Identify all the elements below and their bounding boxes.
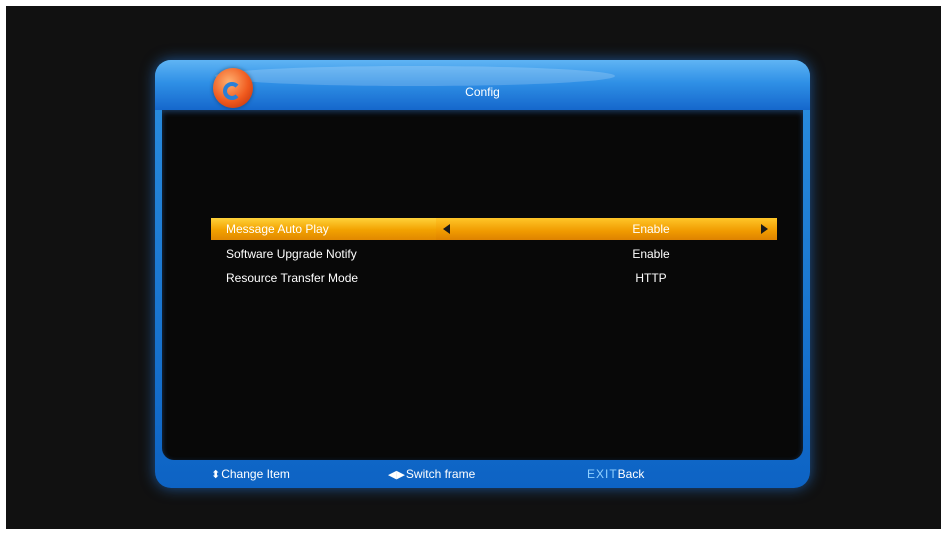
setting-row-message-auto-play[interactable]: Message Auto Play Enable	[211, 218, 777, 240]
setting-label: Resource Transfer Mode	[226, 271, 359, 285]
arrow-right-icon[interactable]	[761, 224, 768, 234]
setting-value: HTTP	[635, 271, 667, 285]
setting-value: Enable	[632, 247, 670, 261]
hint-switch-frame: ◀▶Switch frame	[388, 462, 475, 487]
hint-label: Back	[617, 467, 645, 481]
hint-label: Change Item	[221, 467, 290, 481]
settings-panel: Message Auto Play Enable Software Upgrad…	[162, 110, 803, 460]
setting-row-software-upgrade-notify[interactable]: Software Upgrade Notify Enable	[211, 243, 777, 265]
setting-value: Enable	[632, 222, 670, 236]
setting-row-resource-transfer-mode[interactable]: Resource Transfer Mode HTTP	[211, 267, 777, 289]
exit-key-label: EXIT	[587, 467, 618, 481]
arrow-left-icon[interactable]	[443, 224, 450, 234]
hint-label: Switch frame	[405, 467, 476, 481]
config-window: Config Message Auto Play Enable Software…	[155, 60, 810, 488]
tv-screen: Config Message Auto Play Enable Software…	[6, 6, 941, 529]
hint-change-item: ⬍Change Item	[211, 462, 290, 487]
setting-label: Message Auto Play	[226, 222, 329, 236]
left-right-arrows-icon: ◀▶	[388, 469, 405, 481]
hint-exit-back: EXITBack	[587, 462, 644, 486]
title-gloss	[215, 66, 615, 86]
window-title: Config	[465, 85, 500, 99]
help-bar: ⬍Change Item ◀▶Switch frame EXITBack	[155, 460, 810, 488]
setting-label: Software Upgrade Notify	[226, 247, 357, 261]
up-down-arrows-icon: ⬍	[211, 469, 221, 481]
title-bar: Config	[155, 60, 810, 110]
